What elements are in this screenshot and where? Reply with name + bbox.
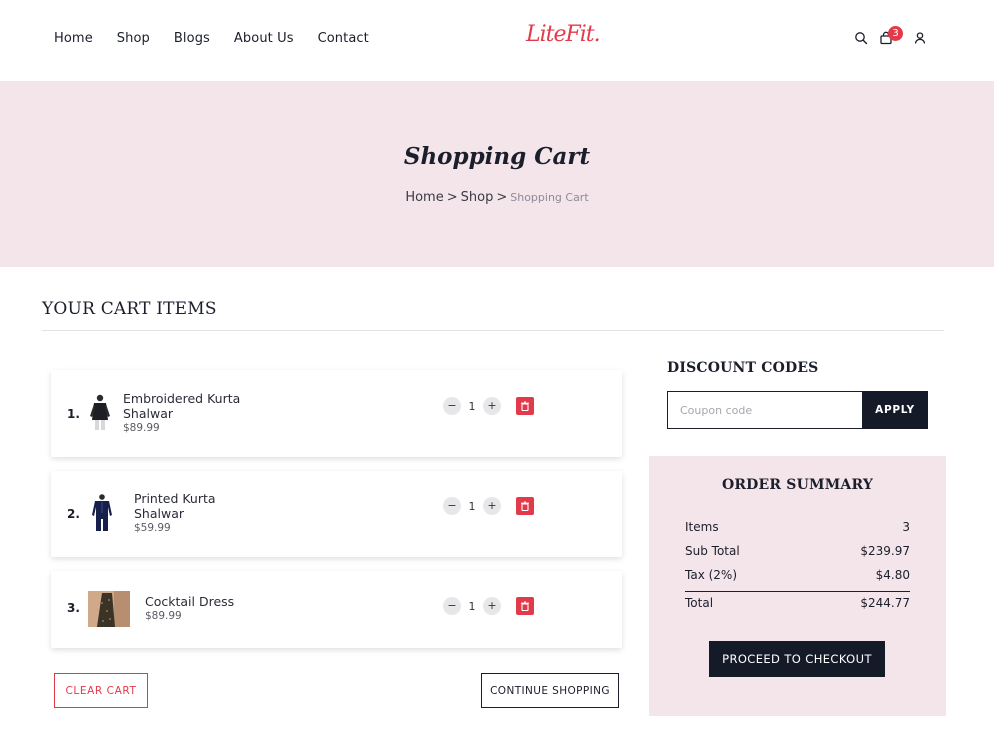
product-name[interactable]: Printed Kurta Shalwar	[134, 491, 264, 521]
product-name[interactable]: Cocktail Dress	[145, 594, 275, 609]
cart-item-card: 3. Cocktail Dress $89.99 − 1 +	[51, 571, 622, 648]
summary-row-items: Items 3	[685, 520, 910, 534]
item-index: 1.	[67, 407, 80, 421]
total-label: Total	[685, 596, 714, 610]
summary-value: 3	[902, 520, 910, 534]
trash-icon	[521, 501, 529, 511]
shopping-bag-icon[interactable]: 3	[879, 26, 903, 45]
cart-item-card: 2. Printed Kurta Shalwar $59.99 − 1 +	[51, 471, 622, 557]
nav-contact[interactable]: Contact	[318, 31, 369, 46]
summary-value: $4.80	[875, 568, 910, 582]
clear-cart-button[interactable]: CLEAR CART	[54, 673, 148, 708]
user-icon[interactable]	[913, 30, 927, 44]
increase-quantity-button[interactable]: +	[483, 597, 501, 615]
decrease-quantity-button[interactable]: −	[443, 497, 461, 515]
decrease-quantity-button[interactable]: −	[443, 397, 461, 415]
breadcrumb-current: Shopping Cart	[510, 191, 589, 204]
summary-row-tax: Tax (2%) $4.80	[685, 568, 910, 582]
product-image-embroidered-kurta[interactable]	[79, 392, 121, 432]
increase-quantity-button[interactable]: +	[483, 497, 501, 515]
remove-item-button[interactable]	[516, 397, 534, 415]
increase-quantity-button[interactable]: +	[483, 397, 501, 415]
remove-item-button[interactable]	[516, 497, 534, 515]
product-name[interactable]: Embroidered Kurta Shalwar	[123, 391, 253, 421]
proceed-to-checkout-button[interactable]: PROCEED TO CHECKOUT	[709, 641, 885, 677]
cart-item-card: 1. Embroidered Kurta Shalwar $89.99 − 1 …	[51, 370, 622, 457]
quantity-value: 1	[468, 599, 476, 613]
apply-coupon-button[interactable]: APPLY	[862, 391, 928, 429]
product-price: $89.99	[123, 422, 160, 434]
nav-blogs[interactable]: Blogs	[174, 31, 210, 46]
remove-item-button[interactable]	[516, 597, 534, 615]
cart-section-title: YOUR CART ITEMS	[42, 299, 217, 319]
continue-shopping-button[interactable]: CONTINUE SHOPPING	[481, 673, 619, 708]
summary-label: Items	[685, 520, 719, 534]
nav-about-us[interactable]: About Us	[234, 31, 294, 46]
decrease-quantity-button[interactable]: −	[443, 597, 461, 615]
summary-row-total: Total $244.77	[685, 596, 910, 610]
header-actions: 3	[854, 26, 927, 45]
page-title: Shopping Cart	[403, 143, 591, 170]
total-value: $244.77	[860, 596, 910, 610]
summary-value: $239.97	[860, 544, 910, 558]
search-icon[interactable]	[854, 30, 868, 45]
nav-shop[interactable]: Shop	[117, 31, 150, 46]
summary-row-subtotal: Sub Total $239.97	[685, 544, 910, 558]
breadcrumb: Home > Shop > Shopping Cart	[0, 190, 994, 205]
quantity-value: 1	[468, 399, 476, 413]
trash-icon	[521, 401, 529, 411]
breadcrumb-shop[interactable]: Shop	[461, 190, 494, 205]
item-index: 2.	[67, 507, 80, 521]
breadcrumb-separator: >	[496, 190, 508, 205]
quantity-stepper: − 1 +	[443, 497, 501, 515]
cart-count-badge: 3	[888, 26, 903, 41]
summary-label: Sub Total	[685, 544, 740, 558]
quantity-value: 1	[468, 499, 476, 513]
order-summary-title: ORDER SUMMARY	[721, 477, 874, 493]
order-summary-panel: ORDER SUMMARY Items 3 Sub Total $239.97 …	[649, 456, 946, 716]
main-nav: Home Shop Blogs About Us Contact	[54, 31, 393, 46]
page-hero: Shopping Cart Home > Shop > Shopping Cart	[0, 81, 994, 267]
breadcrumb-home[interactable]: Home	[405, 190, 443, 205]
quantity-stepper: − 1 +	[443, 597, 501, 615]
nav-home[interactable]: Home	[54, 31, 93, 46]
brand-logo[interactable]: LiteFit.	[526, 22, 601, 47]
breadcrumb-separator: >	[446, 190, 458, 205]
summary-label: Tax (2%)	[685, 568, 738, 582]
trash-icon	[521, 601, 529, 611]
coupon-code-input[interactable]	[667, 391, 863, 429]
section-divider	[42, 330, 944, 331]
product-price: $89.99	[145, 610, 182, 622]
product-price: $59.99	[134, 522, 171, 534]
product-image-cocktail-dress[interactable]	[88, 591, 130, 627]
quantity-stepper: − 1 +	[443, 397, 501, 415]
summary-divider	[685, 591, 910, 592]
discount-codes-title: DISCOUNT CODES	[667, 360, 819, 376]
site-header: Home Shop Blogs About Us Contact LiteFit…	[0, 0, 994, 81]
item-index: 3.	[67, 601, 80, 615]
product-image-printed-kurta[interactable]	[81, 493, 123, 533]
